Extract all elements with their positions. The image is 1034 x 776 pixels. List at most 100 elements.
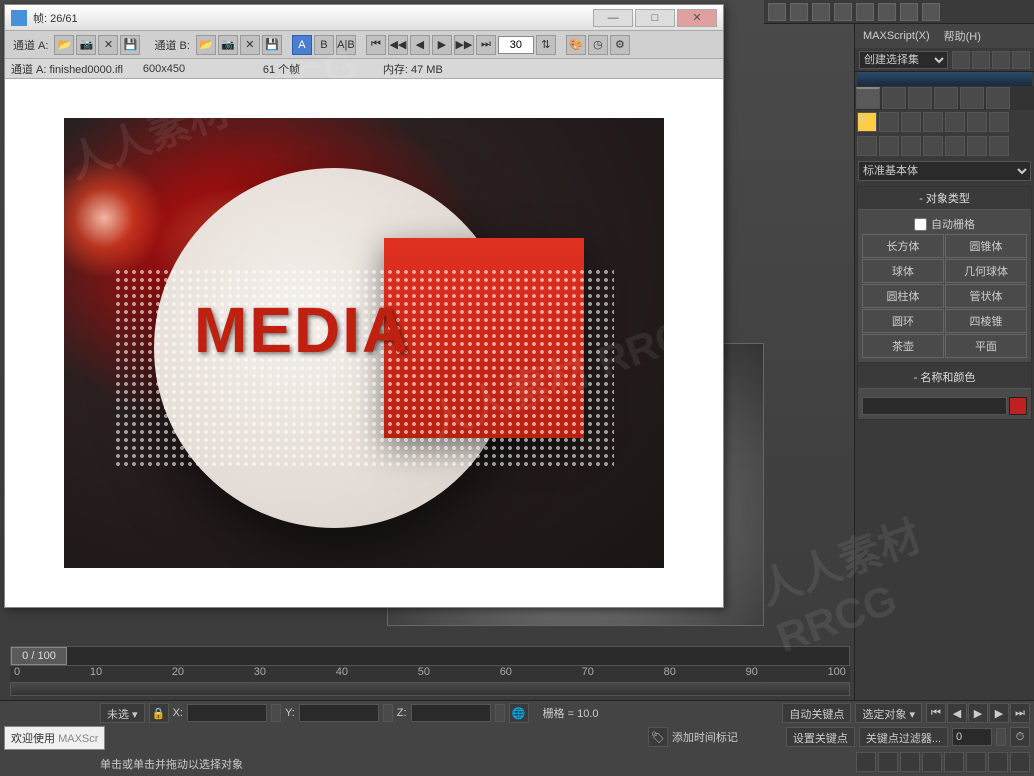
systems-icon[interactable] (989, 112, 1009, 132)
display-tab[interactable] (960, 87, 984, 109)
minimize-button[interactable]: — (593, 9, 633, 27)
x-input[interactable] (187, 704, 267, 722)
sub6-icon[interactable] (967, 136, 987, 156)
maximize-button[interactable]: □ (635, 9, 675, 27)
hand-icon[interactable] (768, 3, 786, 21)
modify-tab[interactable] (882, 87, 906, 109)
z-spinner[interactable] (495, 704, 505, 722)
cone-button[interactable]: 圆锥体 (945, 234, 1027, 258)
select-icon[interactable] (790, 3, 808, 21)
teapot-button[interactable]: 茶壶 (862, 334, 944, 358)
close-button[interactable]: ✕ (677, 9, 717, 27)
sub2-icon[interactable] (879, 136, 899, 156)
layers-icon[interactable] (992, 51, 1010, 69)
hierarchy-tab[interactable] (908, 87, 932, 109)
prev-key-icon[interactable]: ◀ (947, 703, 967, 723)
sub4-icon[interactable] (923, 136, 943, 156)
globe-icon[interactable]: 🌐 (509, 703, 529, 723)
mirror-icon[interactable] (952, 51, 970, 69)
camera-b-icon[interactable]: 📷 (218, 35, 238, 55)
help-menu[interactable]: 帮助(H) (944, 28, 981, 44)
first-frame-icon[interactable]: ⏮ (366, 35, 386, 55)
geometry-icon[interactable]: ☀ (857, 112, 877, 132)
name-color-header[interactable]: - 名称和颜色 (858, 366, 1031, 389)
color-icon[interactable]: 🎨 (566, 35, 586, 55)
link-icon[interactable] (900, 3, 918, 21)
curve-editor-icon[interactable] (1012, 51, 1030, 69)
pyramid-button[interactable]: 四棱锥 (945, 309, 1027, 333)
align-icon[interactable] (972, 51, 990, 69)
object-type-header[interactable]: - 对象类型 (858, 187, 1031, 210)
setkey-button[interactable]: 设置关键点 (786, 727, 855, 747)
zoom-all-icon[interactable] (878, 752, 898, 772)
camera-a-icon[interactable]: 📷 (76, 35, 96, 55)
helpers-icon[interactable] (945, 112, 965, 132)
next-frame-icon[interactable]: ▶▶ (454, 35, 474, 55)
zoom-region-icon[interactable] (988, 752, 1008, 772)
object-color-swatch[interactable] (1009, 397, 1027, 415)
autokey-button[interactable]: 自动关键点 (782, 703, 851, 723)
open-b-icon[interactable]: 📂 (196, 35, 216, 55)
time-config-icon[interactable]: ⏱ (1010, 727, 1030, 747)
fov-icon[interactable] (922, 752, 942, 772)
play-back-icon[interactable]: ◀ (410, 35, 430, 55)
timetag-icon[interactable]: 🏷 (648, 727, 668, 747)
maxscript-menu[interactable]: MAXScript(X) (863, 30, 930, 42)
sub3-icon[interactable] (901, 136, 921, 156)
z-input[interactable] (411, 704, 491, 722)
spacewarps-icon[interactable] (967, 112, 987, 132)
welcome-badge[interactable]: 欢迎使用 MAXScr (4, 726, 105, 750)
track-bar[interactable] (10, 682, 850, 696)
ram-titlebar[interactable]: 帧: 26/61 — □ ✕ (5, 5, 723, 31)
keyfilter-button[interactable]: 关键点过滤器... (859, 727, 948, 747)
next-key-icon[interactable]: ▶ (989, 703, 1009, 723)
lights-icon[interactable] (901, 112, 921, 132)
sphere-button[interactable]: 球体 (862, 259, 944, 283)
autogrid-checkbox[interactable] (914, 218, 927, 231)
max-toggle-icon[interactable] (1010, 752, 1030, 772)
orbit-icon[interactable] (944, 752, 964, 772)
zoom-ext-icon[interactable] (900, 752, 920, 772)
motion-tab[interactable] (934, 87, 958, 109)
frame-spinner2[interactable] (996, 728, 1006, 746)
no-select-dropdown[interactable]: 未选 ▾ (100, 703, 145, 723)
y-spinner[interactable] (383, 704, 393, 722)
close-b-icon[interactable]: ✕ (240, 35, 260, 55)
frame-input[interactable] (498, 36, 534, 54)
x-spinner[interactable] (271, 704, 281, 722)
unlink-icon[interactable] (922, 3, 940, 21)
goto-end-icon[interactable]: ⏭ (1010, 703, 1030, 723)
time-handle[interactable]: 0 / 100 (11, 647, 67, 665)
lock-icon[interactable]: 🔒 (149, 703, 169, 723)
plane-button[interactable]: 平面 (945, 334, 1027, 358)
prev-frame-icon[interactable]: ◀◀ (388, 35, 408, 55)
y-input[interactable] (299, 704, 379, 722)
play-icon[interactable]: ▶ (968, 703, 988, 723)
primitive-dropdown[interactable]: 标准基本体 (858, 161, 1031, 181)
zoom-icon[interactable]: ◷ (588, 35, 608, 55)
shapes-icon[interactable] (879, 112, 899, 132)
toggle-b-button[interactable]: B (314, 35, 334, 55)
selection-set-dropdown[interactable]: 创建选择集 (859, 51, 948, 69)
frame-spinner[interactable]: ⇅ (536, 35, 556, 55)
torus-button[interactable]: 圆环 (862, 309, 944, 333)
time-ruler[interactable]: 0 10 20 30 40 50 60 70 80 90 100 (10, 666, 850, 682)
open-a-icon[interactable]: 📂 (54, 35, 74, 55)
cylinder-button[interactable]: 圆柱体 (862, 284, 944, 308)
sub7-icon[interactable] (989, 136, 1009, 156)
target-icon[interactable] (834, 3, 852, 21)
time-slider[interactable]: 0 / 100 (10, 646, 850, 666)
object-name-input[interactable] (862, 397, 1007, 415)
tube-button[interactable]: 管状体 (945, 284, 1027, 308)
play-forward-icon[interactable]: ▶ (432, 35, 452, 55)
geosphere-button[interactable]: 几何球体 (945, 259, 1027, 283)
settings-icon[interactable]: ⚙ (610, 35, 630, 55)
utilities-tab[interactable] (986, 87, 1010, 109)
ram-viewport[interactable]: MEDIA (5, 79, 723, 607)
create-tab[interactable] (856, 87, 880, 109)
box-button[interactable]: 长方体 (862, 234, 944, 258)
goto-start-icon[interactable]: ⏮ (926, 703, 946, 723)
toggle-a-button[interactable]: A (292, 35, 312, 55)
wrench-icon[interactable] (812, 3, 830, 21)
redo-icon[interactable] (878, 3, 896, 21)
